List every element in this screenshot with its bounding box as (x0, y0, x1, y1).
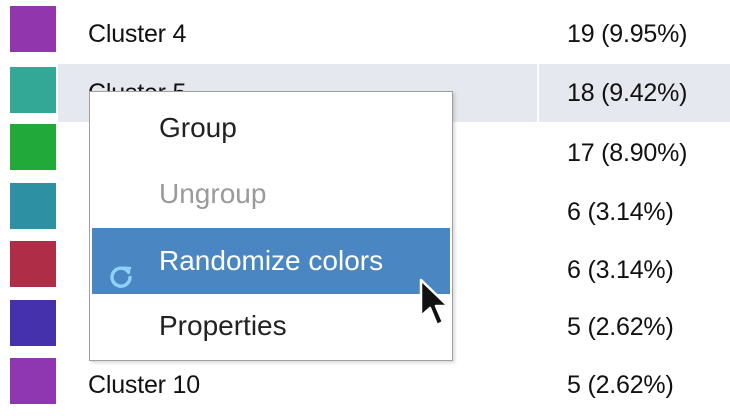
color-swatch[interactable] (10, 6, 56, 52)
color-swatch[interactable] (10, 300, 56, 346)
column-divider (537, 64, 539, 122)
menu-item-label: Group (159, 112, 237, 143)
table-row[interactable]: Cluster 10 5 (2.62%) (0, 358, 730, 416)
menu-item-group[interactable]: Group (90, 96, 452, 160)
color-swatch[interactable] (10, 67, 56, 113)
menu-item-properties[interactable]: Properties (90, 294, 452, 358)
cluster-count: 18 (9.42%) (567, 79, 688, 107)
table-row[interactable]: Cluster 4 19 (9.95%) (0, 6, 730, 64)
menu-item-label: Randomize colors (159, 245, 384, 276)
cluster-count: 19 (9.95%) (567, 20, 688, 48)
color-swatch[interactable] (10, 183, 56, 229)
cluster-name: Cluster 10 (88, 371, 200, 399)
cluster-count: 17 (8.90%) (567, 139, 688, 167)
cluster-count: 6 (3.14%) (567, 198, 674, 226)
cluster-name: Cluster 4 (88, 20, 187, 48)
mouse-pointer-icon (418, 278, 454, 330)
cluster-count: 5 (2.62%) (567, 371, 674, 399)
menu-item-ungroup[interactable]: Ungroup (90, 162, 452, 226)
menu-item-label: Ungroup (159, 178, 267, 209)
context-menu: Group Ungroup Randomize colors Propertie… (89, 91, 453, 361)
menu-item-randomize-colors[interactable]: Randomize colors (92, 228, 450, 294)
color-swatch[interactable] (10, 241, 56, 287)
color-swatch[interactable] (10, 358, 56, 404)
refresh-icon (108, 247, 134, 288)
cluster-count: 6 (3.14%) (567, 256, 674, 284)
menu-item-label: Properties (159, 310, 287, 341)
color-swatch[interactable] (10, 124, 56, 170)
cluster-count: 5 (2.62%) (567, 313, 674, 341)
